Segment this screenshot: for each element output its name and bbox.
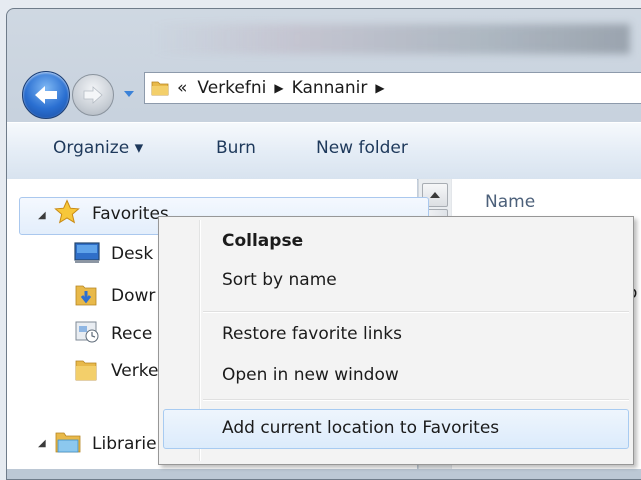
downloads-icon (75, 285, 97, 306)
breadcrumb-separator[interactable]: ▶ (274, 81, 283, 95)
folder-icon (75, 360, 97, 381)
expand-arrow-icon[interactable]: ◢ (38, 210, 46, 221)
menu-item-sort-by-name[interactable]: Sort by name (222, 270, 337, 290)
menu-separator (203, 311, 629, 313)
sidebar-item-libraries[interactable]: Librarie (92, 434, 157, 454)
context-menu: Collapse Sort by name Restore favorite l… (158, 216, 634, 465)
column-header-name[interactable]: Name (485, 192, 535, 212)
desktop-icon (74, 242, 100, 263)
forward-button[interactable] (72, 74, 114, 116)
forward-arrow-icon (83, 86, 103, 104)
breadcrumb-overflow[interactable]: « (177, 78, 187, 98)
menu-item-open-in-new-window[interactable]: Open in new window (222, 365, 399, 385)
breadcrumb-kannanir[interactable]: Kannanir (292, 78, 368, 98)
sidebar-item-desktop[interactable]: Desk (111, 244, 153, 264)
folder-icon (151, 81, 169, 96)
star-icon (54, 199, 80, 224)
address-bar[interactable]: « Verkefni ▶ Kannanir ▶ (144, 72, 641, 104)
back-arrow-icon (35, 86, 57, 104)
organize-button[interactable]: Organize ▾ (53, 138, 143, 158)
menu-separator (203, 399, 629, 401)
breadcrumb-verkefni[interactable]: Verkefni (197, 78, 266, 98)
menu-item-add-current-location-to-favorites[interactable]: Add current location to Favorites (222, 418, 499, 438)
expand-arrow-icon[interactable]: ◢ (38, 438, 46, 449)
back-button[interactable] (22, 71, 70, 119)
recent-pages-dropdown-icon (124, 91, 134, 97)
burn-button[interactable]: Burn (216, 138, 256, 158)
sidebar-item-downloads[interactable]: Dowr (111, 286, 155, 306)
menu-item-collapse[interactable]: Collapse (222, 231, 303, 251)
breadcrumb: « Verkefni ▶ Kannanir ▶ (177, 78, 393, 98)
libraries-icon (55, 432, 81, 453)
breadcrumb-separator[interactable]: ▶ (375, 81, 384, 95)
new-folder-button[interactable]: New folder (316, 138, 408, 158)
titlebar (150, 24, 630, 54)
chevron-up-icon (430, 192, 440, 198)
menu-item-restore-favorite-links[interactable]: Restore favorite links (222, 324, 402, 344)
sidebar-item-recent-places[interactable]: Rece (111, 324, 152, 344)
sidebar-item-verkefni[interactable]: Verke (111, 361, 158, 381)
recent-places-icon (75, 321, 99, 343)
recent-pages-dropdown[interactable] (120, 86, 138, 102)
